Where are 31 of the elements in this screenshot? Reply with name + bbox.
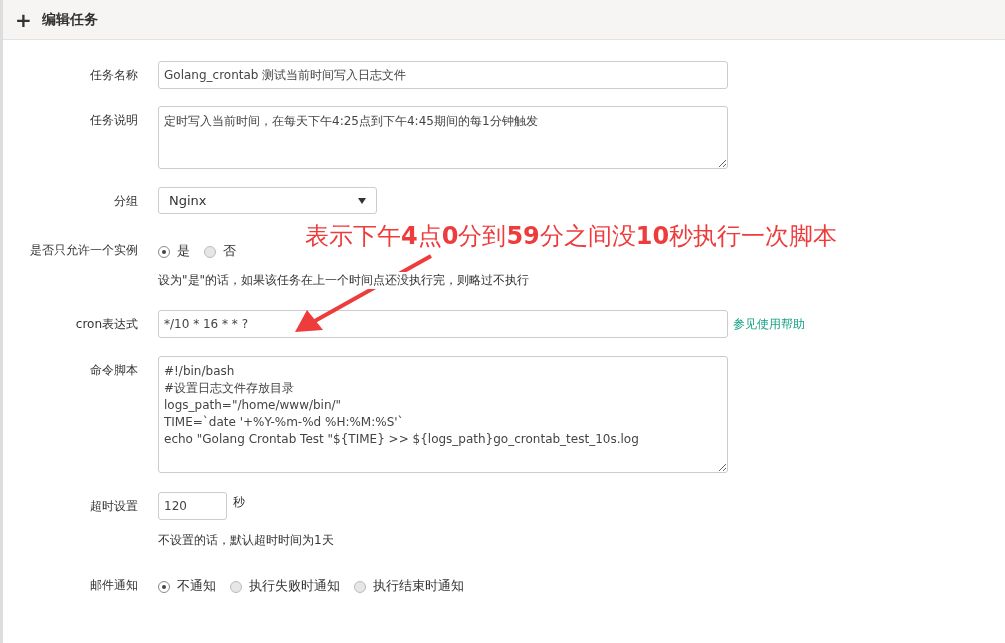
radio-button[interactable] [230,580,242,593]
radio-option[interactable]: 否 [204,243,236,260]
caret-icon [358,197,366,204]
radio-option[interactable]: 执行失败时通知 [230,578,340,595]
field-label: 任务说明 [89,112,139,129]
field-label: 分组 [113,193,139,210]
annotation-text: 表示下午4点0分到59分之间没10秒执行一次脚本 [305,221,838,252]
hint-text: 设为"是"的话，如果该任务在上一个时间点还没执行完，则略过不执行 [158,272,530,289]
field-label: 是否只允许一个实例 [29,242,139,259]
radio-option[interactable]: 不通知 [158,578,216,595]
radio-button[interactable] [158,580,170,593]
plus-icon: + [15,9,32,30]
hint-text: 不设置的话，默认超时时间为1天 [158,532,334,549]
field-label: cron表达式 [74,316,139,333]
task-name-input[interactable]: Golang_crontab 测试当前时间写入日志文件 [158,61,728,89]
description-textarea[interactable]: 定时写入当前时间，在每天下午4:25点到下午4:45期间的每1分钟触发 [158,106,728,169]
radio-button[interactable] [158,245,170,258]
field-label: 命令脚本 [89,362,139,379]
field-label: 任务名称 [89,67,139,84]
radio-option[interactable]: 执行结束时通知 [354,578,464,595]
cron-input[interactable]: */10 * 16 * * ? [158,310,728,338]
radio-option[interactable]: 是 [158,243,190,260]
script-textarea[interactable]: #!/bin/bash #设置日志文件存放目录 logs_path="/home/www/bin/" TIME=`date '+%Y-%m-%d %H:%M:%S'` echo "Golang Crontab Test "${TIME} >> ${logs_path}go_crontab_test_10s.log [158,356,728,473]
radio-button[interactable] [204,245,216,258]
radio-button[interactable] [354,580,366,593]
group-select[interactable]: Nginx [158,187,377,214]
panel-title: 编辑任务 [41,10,98,29]
unit-text: 秒 [233,494,245,511]
timeout-input[interactable]: 120 [158,492,227,520]
field-label: 超时设置 [89,498,139,515]
field-label: 邮件通知 [89,577,139,594]
